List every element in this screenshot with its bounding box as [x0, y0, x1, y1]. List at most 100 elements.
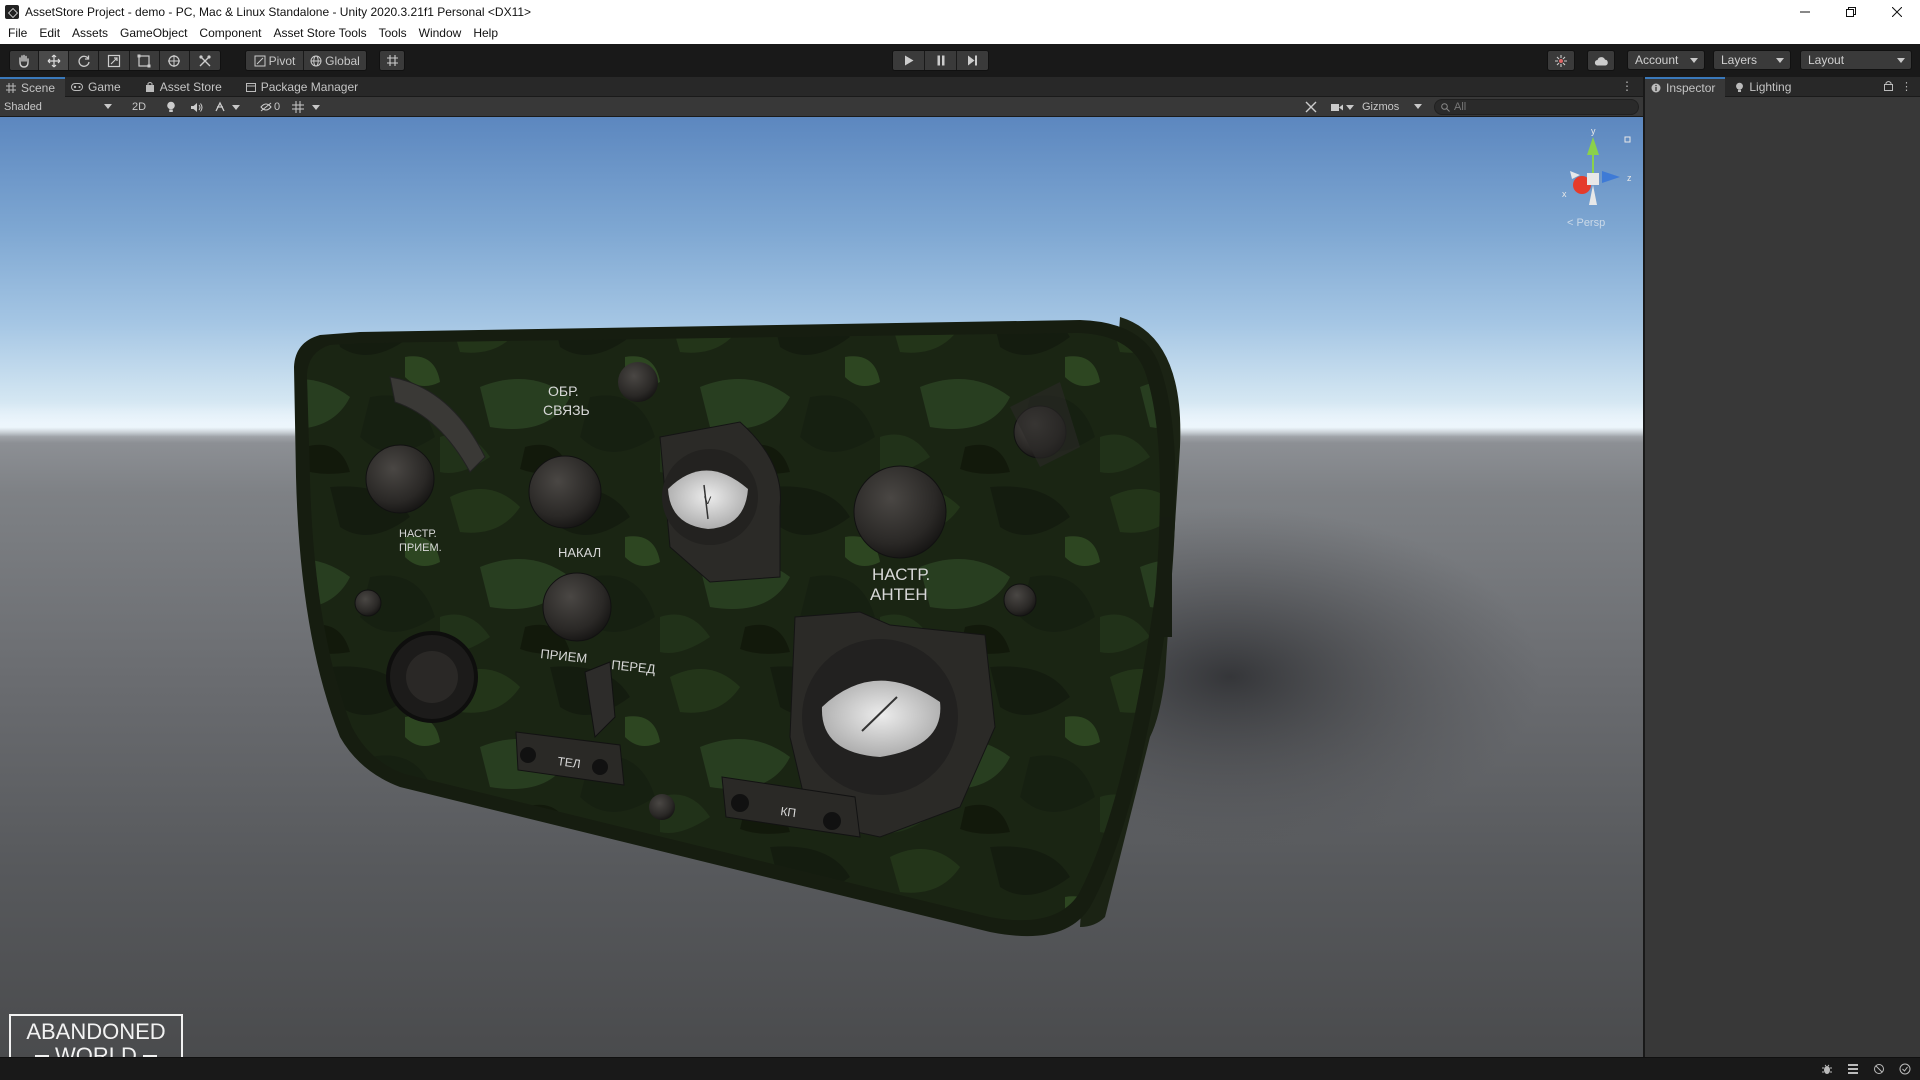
- kebab-menu-icon[interactable]: ⋮: [1621, 80, 1633, 92]
- pivot-global-group: Pivot Global: [245, 50, 367, 71]
- transform-tools: [9, 50, 221, 71]
- cloud-group: [1587, 50, 1615, 71]
- account-label: Account: [1635, 53, 1679, 67]
- grid-snap-icon[interactable]: [380, 51, 404, 70]
- terminal-jack-1: [520, 747, 536, 763]
- tab-package-manager[interactable]: Package Manager: [240, 77, 368, 97]
- tab-asset-store-label: Asset Store: [159, 80, 222, 94]
- global-toggle[interactable]: Global: [304, 51, 366, 70]
- menu-window[interactable]: Window: [413, 23, 468, 44]
- transform-tool-icon[interactable]: [159, 51, 190, 70]
- shading-mode-label: Shaded: [4, 101, 42, 113]
- abandoned-world-watermark: ABANDONED WORLD: [9, 1014, 183, 1057]
- effects-toggle[interactable]: [210, 99, 244, 115]
- status-icons: [1820, 1062, 1912, 1076]
- gamepad-icon: [71, 83, 84, 91]
- gizmo-center-cube[interactable]: [1587, 173, 1599, 185]
- menu-assets[interactable]: Assets: [66, 23, 114, 44]
- cache-server-icon[interactable]: [1898, 1062, 1912, 1076]
- connector-inner: [406, 651, 458, 703]
- hidden-objects-toggle[interactable]: 0: [256, 99, 284, 115]
- window-title: AssetStore Project - demo - PC, Mac & Li…: [25, 4, 532, 19]
- gizmo-z-cone[interactable]: [1602, 171, 1620, 183]
- tab-package-manager-label: Package Manager: [260, 80, 359, 94]
- menu-tools[interactable]: Tools: [373, 23, 413, 44]
- rect-tool-icon[interactable]: [129, 51, 160, 70]
- restore-icon[interactable]: [1828, 0, 1874, 23]
- gizmo-lock-icon[interactable]: [1624, 136, 1631, 143]
- move-tool-icon[interactable]: [39, 51, 70, 70]
- camera-settings-toggle[interactable]: [1327, 99, 1357, 115]
- bug-icon[interactable]: [1820, 1062, 1834, 1076]
- grid-toggle[interactable]: [288, 99, 324, 115]
- tab-inspector[interactable]: Inspector: [1645, 77, 1726, 97]
- chevron-down-icon: [1414, 104, 1422, 109]
- play-icon[interactable]: [893, 51, 925, 70]
- panel-controls: ⋮: [1884, 80, 1912, 93]
- collab-group: [1547, 50, 1575, 71]
- menu-edit[interactable]: Edit: [33, 23, 66, 44]
- gizmos-label: Gizmos: [1362, 101, 1400, 113]
- minimize-icon[interactable]: [1782, 0, 1828, 23]
- chevron-down-icon: [232, 104, 240, 110]
- scale-tool-icon[interactable]: [99, 51, 130, 70]
- audio-toggle-icon[interactable]: [185, 99, 207, 115]
- tab-scene-label: Scene: [21, 81, 56, 95]
- menu-gameobject[interactable]: GameObject: [114, 23, 193, 44]
- eye-off-icon: [260, 102, 272, 112]
- gizmo-y-cone[interactable]: [1587, 137, 1599, 155]
- step-icon[interactable]: [957, 51, 988, 70]
- scene-search-input[interactable]: All: [1434, 99, 1639, 115]
- tab-scene[interactable]: Scene: [0, 77, 66, 97]
- pivot-toggle[interactable]: Pivot: [246, 51, 304, 70]
- gizmo-x-label: x: [1562, 189, 1567, 199]
- lighting-toggle-icon[interactable]: [160, 99, 182, 115]
- close-icon[interactable]: [1874, 0, 1920, 23]
- lightbulb-icon: [1736, 82, 1744, 92]
- gizmo-z-label: z: [1627, 173, 1632, 183]
- grid-snap-group: [379, 50, 405, 71]
- label-nastr-2: НАСТР.: [872, 565, 930, 584]
- chevron-down-icon: [104, 104, 112, 109]
- toggle-2d-label: 2D: [131, 101, 147, 113]
- tab-asset-store[interactable]: Asset Store: [139, 77, 232, 97]
- hand-tool-icon[interactable]: [10, 51, 40, 70]
- menu-component[interactable]: Component: [193, 23, 267, 44]
- account-dropdown[interactable]: Account: [1627, 50, 1705, 70]
- lock-icon[interactable]: [1884, 80, 1893, 91]
- pause-icon[interactable]: [925, 51, 957, 70]
- info-icon: [1651, 83, 1661, 93]
- kp-jack-1: [731, 794, 749, 812]
- menu-asset-store-tools[interactable]: Asset Store Tools: [267, 23, 372, 44]
- side-latch: [1160, 517, 1172, 637]
- toggle-2d-button[interactable]: 2D: [128, 99, 150, 115]
- small-knob-right: [1003, 583, 1037, 617]
- custom-tool-icon[interactable]: [189, 51, 220, 70]
- auto-generate-lighting-icon[interactable]: [1872, 1062, 1886, 1076]
- gizmos-dropdown[interactable]: Gizmos: [1362, 99, 1426, 115]
- cloud-icon[interactable]: [1588, 51, 1614, 70]
- kebab-menu-icon[interactable]: ⋮: [1901, 80, 1912, 93]
- menu-file[interactable]: File: [2, 23, 33, 44]
- progress-icon[interactable]: [1846, 1062, 1860, 1076]
- inspector-tab-bar: Inspector Lighting ⋮: [1645, 77, 1920, 97]
- playmode-controls: [892, 50, 989, 71]
- grid-icon: [292, 101, 304, 113]
- label-svyaz: СВЯЗЬ: [543, 402, 590, 418]
- scene-viewport[interactable]: ОБР. СВЯЗЬ НАСТР. ПРИЕМ. НАКАЛ ПРИЕМ ПЕР…: [0, 117, 1643, 1057]
- layout-dropdown[interactable]: Layout: [1800, 50, 1912, 70]
- layers-dropdown[interactable]: Layers: [1713, 50, 1791, 70]
- projection-label[interactable]: < Persp: [1567, 217, 1605, 229]
- shading-mode-dropdown[interactable]: Shaded: [4, 99, 116, 115]
- watermark-line1: ABANDONED: [26, 1019, 166, 1044]
- menu-help[interactable]: Help: [467, 23, 504, 44]
- rotate-tool-icon[interactable]: [69, 51, 100, 70]
- pivot-label: Pivot: [268, 53, 296, 68]
- tab-lighting[interactable]: Lighting: [1729, 77, 1801, 97]
- tab-inspector-label: Inspector: [1666, 81, 1716, 95]
- tools-icon[interactable]: [1300, 99, 1322, 115]
- camera-icon: [1330, 103, 1343, 111]
- label-anten: АНТЕН: [870, 585, 928, 604]
- collab-icon[interactable]: [1548, 51, 1574, 70]
- tab-game[interactable]: Game: [65, 77, 131, 97]
